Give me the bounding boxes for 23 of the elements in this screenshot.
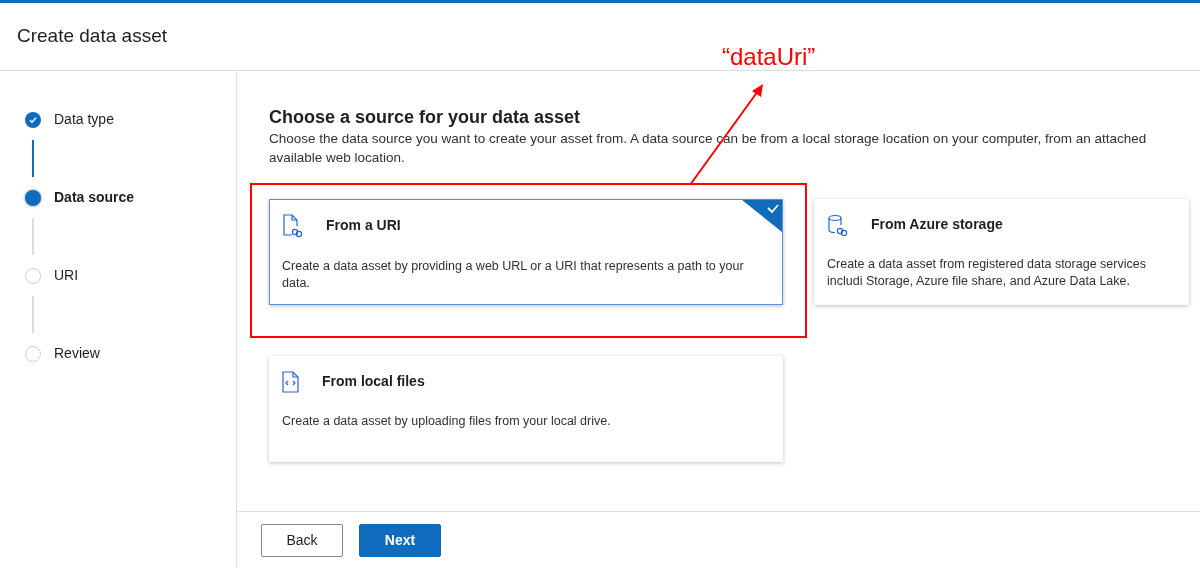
selected-check-icon — [742, 199, 782, 232]
page-title: Create data asset — [17, 24, 167, 49]
database-link-icon — [827, 213, 849, 236]
document-link-icon — [282, 213, 304, 238]
section-heading: Choose a source for your data asset — [269, 107, 582, 129]
next-button[interactable]: Next — [359, 523, 441, 557]
step-label[interactable]: Review — [54, 343, 100, 364]
annotation-label: “dataUri” — [722, 42, 816, 72]
card-description: Create a data asset by uploading files from your local drive. — [282, 412, 612, 430]
source-option-card[interactable]: From a URI Create a data asset by providing a web URL or a URI that represents a path to your data. — [269, 198, 783, 305]
source-option-card[interactable]: From local files Create a data asset by uploading files from your local drive. — [269, 355, 783, 462]
source-option-card[interactable]: From Azure storage Create a data asset from registered data storage services includi Storage, Azure file share, and Azure Data Lake. — [814, 198, 1189, 305]
back-button[interactable]: Back — [261, 523, 343, 557]
step-label[interactable]: URI — [54, 265, 79, 286]
description-text: available web location. — [269, 148, 406, 167]
card-title: From local files — [322, 372, 425, 392]
step-label[interactable]: Data type — [54, 109, 114, 130]
card-description: Create a data asset by providing a web URL or a URI that represents a path to your data. — [282, 257, 745, 292]
card-title: From Azure storage — [871, 215, 1003, 235]
card-title: From a URI — [326, 216, 401, 236]
step-label[interactable]: Data source — [54, 187, 135, 208]
code-file-icon — [282, 370, 300, 393]
card-description: Create a data asset from registered data storage services includi Storage, Azure file share, and Azure Data Lake. — [827, 255, 1147, 290]
